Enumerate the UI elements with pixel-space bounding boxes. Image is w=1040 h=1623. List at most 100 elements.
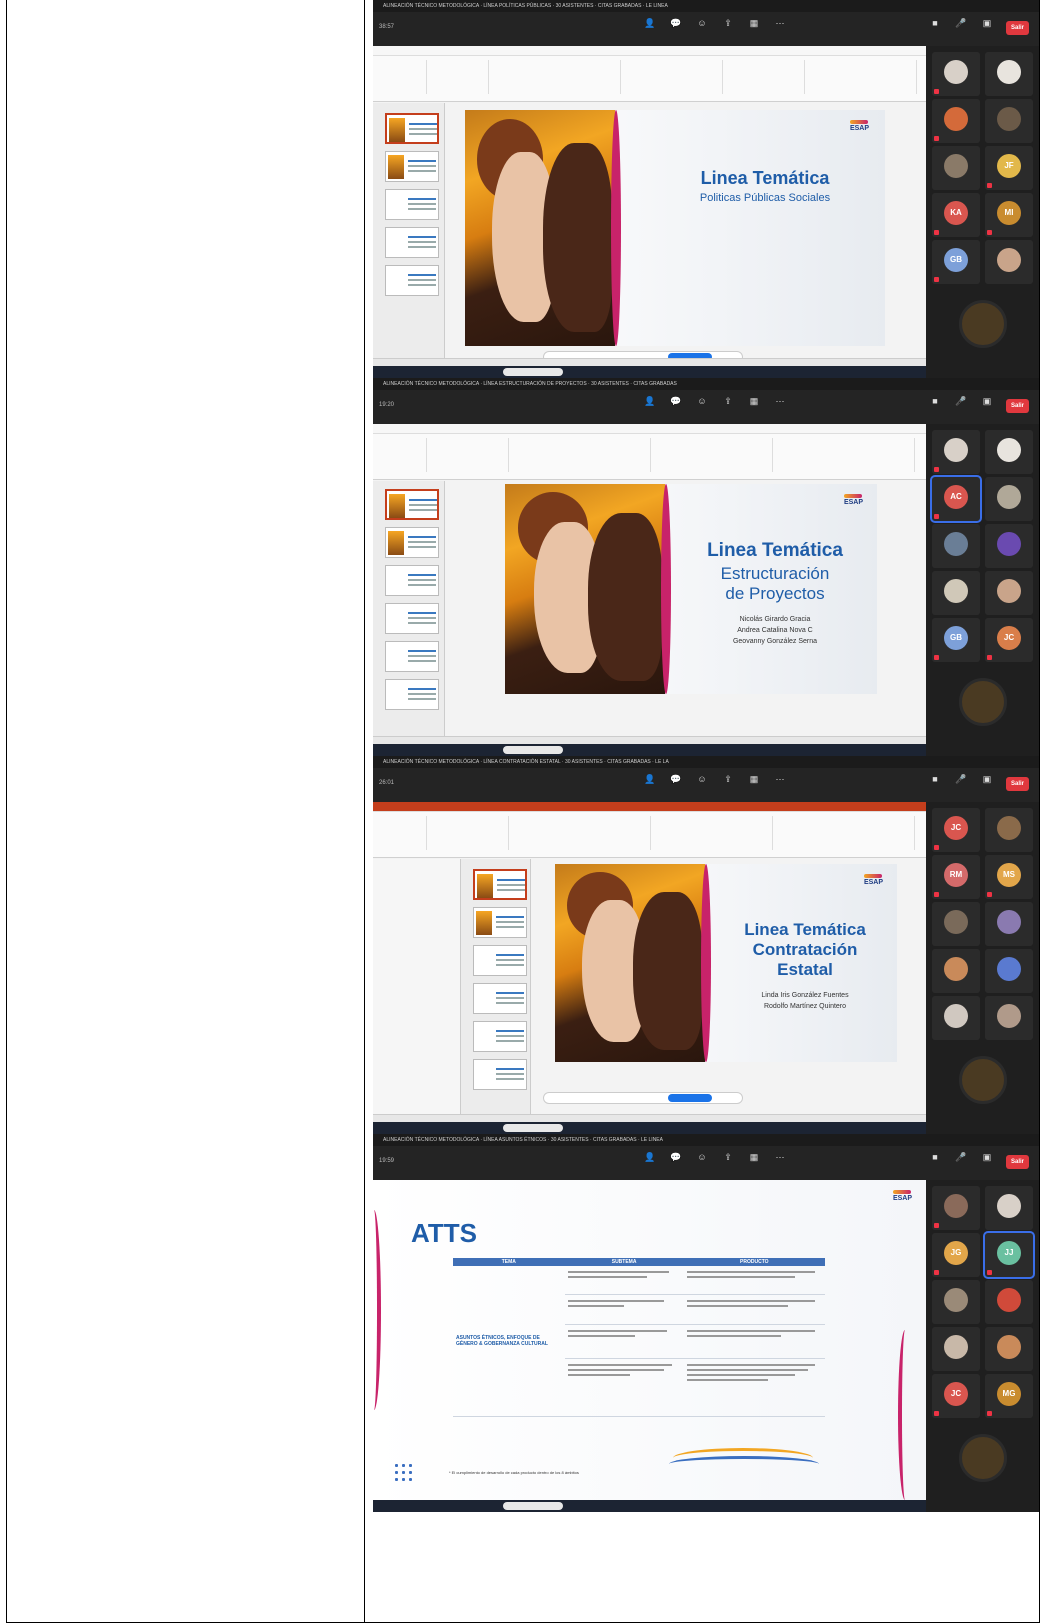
participant-tile[interactable]: MG bbox=[985, 1374, 1033, 1418]
mic-icon[interactable]: 🎤 bbox=[954, 396, 968, 416]
share-icon[interactable]: ⇪ bbox=[721, 396, 735, 416]
participant-tile[interactable] bbox=[932, 524, 980, 568]
ribbon-tabs[interactable] bbox=[373, 424, 926, 434]
slide-thumbnails[interactable] bbox=[373, 103, 445, 358]
ribbon[interactable] bbox=[373, 812, 926, 858]
ribbon-tabs[interactable] bbox=[373, 802, 926, 812]
participant-tile[interactable] bbox=[985, 524, 1033, 568]
participant-tile[interactable]: GB bbox=[932, 240, 980, 284]
participant-tile[interactable] bbox=[985, 1280, 1033, 1324]
share-icon[interactable]: ⇪ bbox=[721, 774, 735, 794]
leave-button[interactable]: Salir bbox=[1005, 1155, 1029, 1169]
participant-tile[interactable] bbox=[932, 52, 980, 96]
chat-icon[interactable]: 💬 bbox=[669, 774, 683, 794]
participant-tile[interactable] bbox=[932, 430, 980, 474]
participant-tile[interactable] bbox=[985, 902, 1033, 946]
share-icon[interactable]: ⇪ bbox=[721, 1152, 735, 1172]
view-icon[interactable]: ▣ bbox=[980, 774, 994, 794]
apps-icon[interactable]: ▦ bbox=[747, 396, 761, 416]
slide-thumbnail[interactable] bbox=[385, 641, 439, 672]
participant-tile[interactable]: MI bbox=[985, 193, 1033, 237]
slide-thumbnail[interactable] bbox=[385, 189, 439, 220]
mic-icon[interactable]: 🎤 bbox=[954, 18, 968, 38]
participant-tile[interactable]: JJ bbox=[983, 1231, 1035, 1279]
view-icon[interactable]: ▣ bbox=[980, 18, 994, 38]
slide-thumbnail[interactable] bbox=[385, 603, 439, 634]
ribbon-tabs[interactable] bbox=[373, 46, 926, 56]
participant-tile[interactable] bbox=[985, 477, 1033, 521]
apps-icon[interactable]: ▦ bbox=[747, 1152, 761, 1172]
slide-thumbnail[interactable] bbox=[473, 983, 527, 1014]
participant-tile[interactable] bbox=[932, 1327, 980, 1371]
chat-icon[interactable]: 💬 bbox=[669, 18, 683, 38]
slide-thumbnail[interactable] bbox=[385, 265, 439, 296]
reactions-icon[interactable]: ☺ bbox=[695, 396, 709, 416]
slide-thumbnail[interactable] bbox=[473, 1021, 527, 1052]
slide-thumbnails[interactable] bbox=[461, 859, 531, 1114]
participant-tile[interactable] bbox=[932, 1280, 980, 1324]
camera-icon[interactable]: ■ bbox=[928, 18, 942, 38]
participant-tile[interactable] bbox=[932, 949, 980, 993]
participant-tile[interactable] bbox=[932, 571, 980, 615]
slide-thumbnail[interactable] bbox=[385, 151, 439, 182]
slide-thumbnail[interactable] bbox=[385, 113, 439, 144]
slide-thumbnail[interactable] bbox=[473, 945, 527, 976]
participant-tile[interactable] bbox=[985, 1186, 1033, 1230]
more-icon[interactable]: ⋯ bbox=[773, 774, 787, 794]
participant-tile[interactable] bbox=[985, 430, 1033, 474]
view-icon[interactable]: ▣ bbox=[980, 1152, 994, 1172]
side-pane[interactable] bbox=[373, 859, 461, 1114]
reactions-icon[interactable]: ☺ bbox=[695, 1152, 709, 1172]
participant-tile[interactable] bbox=[932, 99, 980, 143]
participant-tile[interactable]: MS bbox=[985, 855, 1033, 899]
slide-thumbnail[interactable] bbox=[473, 907, 527, 938]
participant-tile[interactable]: JC bbox=[985, 618, 1033, 662]
participants-icon[interactable]: 👤 bbox=[643, 396, 657, 416]
participant-tile[interactable] bbox=[932, 1186, 980, 1230]
slide-thumbnail[interactable] bbox=[385, 565, 439, 596]
participant-tile[interactable] bbox=[985, 996, 1033, 1040]
slide-thumbnail[interactable] bbox=[385, 679, 439, 710]
participant-tile[interactable]: JC bbox=[932, 1374, 980, 1418]
share-icon[interactable]: ⇪ bbox=[721, 18, 735, 38]
mic-icon[interactable]: 🎤 bbox=[954, 774, 968, 794]
apps-icon[interactable]: ▦ bbox=[747, 18, 761, 38]
participant-tile[interactable]: RM bbox=[932, 855, 980, 899]
leave-button[interactable]: Salir bbox=[1005, 399, 1029, 413]
reactions-icon[interactable]: ☺ bbox=[695, 18, 709, 38]
more-icon[interactable]: ⋯ bbox=[773, 18, 787, 38]
reactions-icon[interactable]: ☺ bbox=[695, 774, 709, 794]
participant-tile[interactable] bbox=[985, 949, 1033, 993]
participants-icon[interactable]: 👤 bbox=[643, 774, 657, 794]
participant-tile[interactable]: KA bbox=[932, 193, 980, 237]
participant-tile[interactable]: JF bbox=[985, 146, 1033, 190]
participant-tile[interactable] bbox=[932, 146, 980, 190]
slide-thumbnails[interactable] bbox=[373, 481, 445, 736]
participant-tile[interactable]: GB bbox=[932, 618, 980, 662]
view-icon[interactable]: ▣ bbox=[980, 396, 994, 416]
chat-icon[interactable]: 💬 bbox=[669, 1152, 683, 1172]
slide-thumbnail[interactable] bbox=[385, 527, 439, 558]
more-icon[interactable]: ⋯ bbox=[773, 396, 787, 416]
more-icon[interactable]: ⋯ bbox=[773, 1152, 787, 1172]
participant-tile[interactable] bbox=[985, 99, 1033, 143]
participants-icon[interactable]: 👤 bbox=[643, 18, 657, 38]
slide-thumbnail[interactable] bbox=[385, 227, 439, 258]
camera-icon[interactable]: ■ bbox=[928, 1152, 942, 1172]
participants-icon[interactable]: 👤 bbox=[643, 1152, 657, 1172]
slide-thumbnail[interactable] bbox=[385, 489, 439, 520]
camera-icon[interactable]: ■ bbox=[928, 774, 942, 794]
participant-tile[interactable] bbox=[985, 240, 1033, 284]
participant-tile[interactable] bbox=[985, 1327, 1033, 1371]
participant-tile[interactable] bbox=[932, 996, 980, 1040]
participant-tile[interactable] bbox=[985, 52, 1033, 96]
mic-icon[interactable]: 🎤 bbox=[954, 1152, 968, 1172]
camera-icon[interactable]: ■ bbox=[928, 396, 942, 416]
slide-thumbnail[interactable] bbox=[473, 869, 527, 900]
leave-button[interactable]: Salir bbox=[1005, 777, 1029, 791]
participant-tile[interactable]: JG bbox=[932, 1233, 980, 1277]
chat-icon[interactable]: 💬 bbox=[669, 396, 683, 416]
leave-button[interactable]: Salir bbox=[1005, 21, 1029, 35]
participant-tile[interactable]: JC bbox=[932, 808, 980, 852]
ribbon[interactable] bbox=[373, 56, 926, 102]
